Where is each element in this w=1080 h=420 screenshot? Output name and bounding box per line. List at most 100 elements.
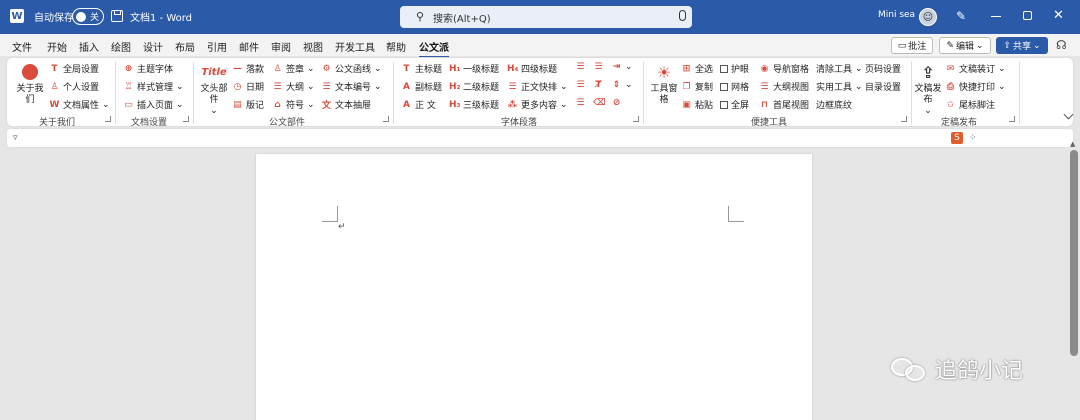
select-all-button[interactable]: ⊞ 全选 bbox=[681, 62, 713, 76]
person-icon[interactable]: ☊ bbox=[1056, 38, 1067, 52]
grid-checkbox[interactable]: 网格 bbox=[720, 80, 749, 93]
clear-tools-button[interactable]: 清除工具 ⌄ bbox=[816, 62, 863, 76]
insert-page-button[interactable]: ▭ 插入页面 ⌄ bbox=[123, 98, 183, 112]
global-settings-button[interactable]: T 全局设置 bbox=[49, 62, 99, 76]
tool-pane-button[interactable]: ☀ 工具窗格 bbox=[649, 62, 679, 106]
utility-tools-button[interactable]: 实用工具 ⌄ bbox=[816, 80, 863, 94]
heading3-button[interactable]: H₃ 三级标题 bbox=[449, 98, 499, 112]
share-button[interactable]: ⇪ 共享 ⌄ bbox=[996, 37, 1048, 54]
group-launcher-icon[interactable] bbox=[1009, 116, 1015, 122]
group-launcher-icon[interactable] bbox=[383, 116, 389, 122]
tab-gongwenpai[interactable]: 公文派 bbox=[419, 39, 449, 58]
doc-properties-button[interactable]: W 文档属性 ⌄ bbox=[49, 98, 110, 112]
copy-button[interactable]: ❐ 复制 bbox=[681, 80, 713, 94]
quick-print-button[interactable]: ⎙ 快捷打印 ⌄ bbox=[945, 80, 1006, 94]
align-center-icon[interactable]: ☰ bbox=[593, 62, 604, 72]
toc-settings-button[interactable]: 目录设置 bbox=[865, 80, 901, 93]
nav-pane-button[interactable]: ◉ 导航窗格 bbox=[759, 62, 809, 76]
tab-mailings[interactable]: 邮件 bbox=[239, 39, 259, 54]
text-drawer-button[interactable]: 文文本抽屉 bbox=[321, 98, 371, 111]
microphone-icon[interactable] bbox=[679, 10, 686, 21]
tab-file[interactable]: 文件 bbox=[12, 39, 32, 54]
addin-s-icon[interactable]: S bbox=[951, 132, 963, 144]
head-tail-view-button[interactable]: ⊓ 首尾视图 bbox=[759, 98, 809, 112]
distribute-icon[interactable]: ☰ bbox=[575, 98, 586, 108]
compass-icon: ◉ bbox=[760, 63, 769, 74]
addin-dots-icon[interactable]: ⁘ bbox=[969, 133, 977, 143]
eye-protect-checkbox[interactable]: 护眼 bbox=[720, 62, 749, 75]
heading2-button[interactable]: H₂ 二级标题 bbox=[449, 80, 499, 94]
ribbon-expand-icon[interactable] bbox=[1063, 109, 1074, 120]
publish-button[interactable]: ⇪ 文稿发布 ⌄ bbox=[913, 62, 943, 117]
heading1-button[interactable]: H₁ 一级标题 bbox=[449, 62, 499, 76]
subtitle-button[interactable]: A 副标题 bbox=[401, 80, 442, 94]
line-spacing-icon[interactable]: ⇕ ⌄ bbox=[611, 80, 633, 90]
date-button[interactable]: ◷ 日期 bbox=[232, 80, 264, 94]
word-app-icon: W bbox=[10, 9, 24, 23]
body-text-button[interactable]: A正 文 bbox=[401, 98, 436, 112]
endnote-button[interactable]: ✩ 尾标脚注 bbox=[945, 98, 995, 112]
vertical-scrollbar[interactable] bbox=[1070, 150, 1078, 356]
tab-help[interactable]: 帮助 bbox=[386, 39, 406, 54]
circle-icon[interactable]: ⊘ bbox=[611, 98, 622, 108]
indent-icon[interactable]: ⇥ ⌄ bbox=[611, 62, 633, 72]
comment-button[interactable]: ▭ 批注 bbox=[891, 37, 933, 54]
group-launcher-icon[interactable] bbox=[633, 116, 639, 122]
personal-settings-button[interactable]: ♙ 个人设置 bbox=[49, 80, 99, 94]
theme-font-button[interactable]: ⊕ 主题字体 bbox=[123, 62, 173, 76]
group-launcher-icon[interactable] bbox=[901, 116, 907, 122]
scroll-up-icon[interactable]: ▲ bbox=[1070, 140, 1075, 148]
border-shading-button[interactable]: 边框底纹 bbox=[816, 98, 852, 111]
user-name[interactable]: Mini sea bbox=[878, 10, 915, 20]
outline-button[interactable]: ☰ 大纲 ⌄ bbox=[272, 80, 314, 94]
colophon-button[interactable]: ▤ 版记 bbox=[232, 98, 264, 112]
save-icon[interactable] bbox=[111, 10, 123, 22]
style-manage-button[interactable]: ♖ 样式管理 ⌄ bbox=[123, 80, 183, 94]
edit-button[interactable]: ✎ 编辑 ⌄ bbox=[939, 37, 991, 54]
group-launcher-icon[interactable] bbox=[105, 116, 111, 122]
chevron-down-icon: ⌄ bbox=[924, 106, 932, 116]
lightbulb-icon: ☀ bbox=[656, 62, 672, 82]
symbol-button[interactable]: ⌂ 符号 ⌄ bbox=[272, 98, 314, 112]
binding-button[interactable]: ✉ 文稿装订 ⌄ bbox=[945, 62, 1006, 76]
tab-design[interactable]: 设计 bbox=[143, 39, 163, 54]
close-icon[interactable]: ✕ bbox=[1053, 8, 1064, 23]
text-numbering-button[interactable]: ☰ 文本编号 ⌄ bbox=[321, 80, 381, 94]
page-number-button[interactable]: 页码设置 bbox=[865, 62, 901, 75]
outline-view-button[interactable]: ☰ 大纲视图 bbox=[759, 80, 809, 94]
restore-icon[interactable] bbox=[1023, 11, 1032, 20]
quick-format-button[interactable]: ☰ 正文快排 ⌄ bbox=[507, 80, 567, 94]
customize-toolbar-icon[interactable]: ▿ bbox=[13, 133, 18, 143]
tab-draw[interactable]: 绘图 bbox=[111, 39, 131, 54]
tab-references[interactable]: 引用 bbox=[207, 39, 227, 54]
group-launcher-icon[interactable] bbox=[183, 116, 189, 122]
stamp-button[interactable]: ♙ 签章 ⌄ bbox=[272, 62, 314, 76]
tab-view[interactable]: 视图 bbox=[303, 39, 323, 54]
main-title-button[interactable]: T 主标题 bbox=[401, 62, 442, 76]
align-left-icon[interactable]: ☰ bbox=[575, 62, 586, 72]
pen-icon[interactable]: ✎ bbox=[956, 9, 966, 23]
header-parts-button[interactable]: Title 文头部件 ⌄ bbox=[198, 62, 230, 117]
tab-layout[interactable]: 布局 bbox=[175, 39, 195, 54]
about-us-button[interactable]: 关于我们 bbox=[13, 62, 47, 106]
paste-button[interactable]: ▣ 粘贴 bbox=[681, 98, 713, 112]
insert-page-label: 插入页面 bbox=[137, 101, 174, 111]
tab-developer[interactable]: 开发工具 bbox=[335, 39, 375, 54]
autosave-toggle[interactable]: 关 bbox=[72, 8, 104, 25]
tab-insert[interactable]: 插入 bbox=[79, 39, 99, 54]
star-icon: ✩ bbox=[946, 99, 955, 110]
signature-button[interactable]: — 落款 bbox=[232, 62, 264, 76]
document-page[interactable]: ↵ bbox=[256, 154, 812, 420]
eraser-icon[interactable]: ⌫ bbox=[593, 98, 606, 108]
user-avatar[interactable]: ☺ bbox=[919, 8, 937, 26]
heading4-button[interactable]: H₄ 四级标题 bbox=[507, 62, 557, 76]
justify-icon[interactable]: ☰ bbox=[575, 80, 586, 90]
search-box[interactable]: ⚲ 搜索(Alt+Q) bbox=[400, 6, 692, 28]
tab-home[interactable]: 开始 bbox=[47, 39, 67, 54]
minimize-icon[interactable] bbox=[991, 16, 1001, 17]
official-line-button[interactable]: ⚙ 公文函线 ⌄ bbox=[321, 62, 381, 76]
more-content-button[interactable]: ⁂ 更多内容 ⌄ bbox=[507, 98, 568, 112]
fullscreen-checkbox[interactable]: 全屏 bbox=[720, 98, 749, 111]
text-height-icon[interactable]: Ⱦ bbox=[593, 80, 604, 90]
tab-review[interactable]: 审阅 bbox=[271, 39, 291, 54]
